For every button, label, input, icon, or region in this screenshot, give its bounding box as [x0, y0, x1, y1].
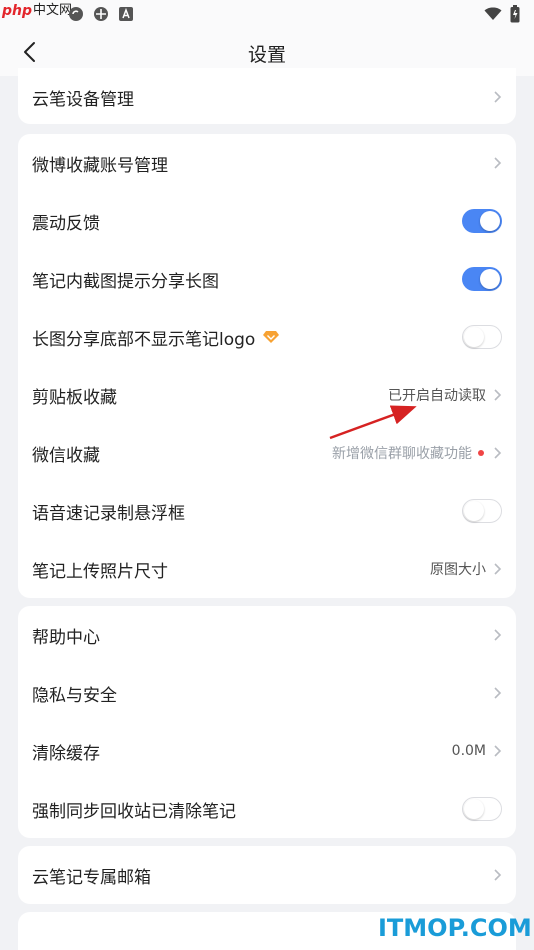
- watermark-site: 中文网: [33, 3, 73, 18]
- row-label: 强制同步回收站已清除笔记: [32, 801, 236, 822]
- row-hide-logo: 长图分享底部不显示笔记logo: [18, 308, 516, 366]
- toggle-knob: [464, 799, 484, 819]
- sync-status-icon: [69, 7, 83, 21]
- new-badge-dot: [478, 450, 484, 456]
- row-cloud-pen-device[interactable]: 云笔设备管理: [18, 68, 516, 124]
- chevron-right-icon: [494, 447, 502, 459]
- status-bar: php 中文网: [0, 0, 534, 28]
- chevron-right-icon: [494, 91, 502, 103]
- row-label: 震动反馈: [32, 213, 100, 234]
- row-value: 新增微信群聊收藏功能: [332, 446, 472, 462]
- row-label: 笔记内截图提示分享长图: [32, 271, 219, 292]
- row-label: 清除缓存: [32, 743, 100, 764]
- force-sync-toggle[interactable]: [462, 797, 502, 821]
- row-label: 云笔记专属邮箱: [32, 867, 151, 888]
- chevron-right-icon: [494, 687, 502, 699]
- watermark-bottom: ITMOP.COM: [378, 914, 532, 942]
- watermark-brand: php: [2, 3, 33, 19]
- page-title: 设置: [247, 44, 286, 66]
- row-force-sync-trash: 强制同步回收站已清除笔记: [18, 780, 516, 838]
- toggle-knob: [464, 501, 484, 521]
- chevron-right-icon: [494, 629, 502, 641]
- row-label: 微博收藏账号管理: [32, 155, 168, 176]
- settings-card-email: 云笔记专属邮箱: [18, 846, 516, 904]
- chevron-right-icon: [494, 563, 502, 575]
- row-vibration-feedback: 震动反馈: [18, 192, 516, 250]
- toggle-knob: [480, 269, 500, 289]
- vibration-toggle[interactable]: [462, 209, 502, 233]
- row-label: 语音速记录制悬浮框: [32, 503, 185, 524]
- vip-diamond-icon: [263, 330, 280, 344]
- toggle-knob: [464, 327, 484, 347]
- row-photo-size[interactable]: 笔记上传照片尺寸 原图大小: [18, 540, 516, 598]
- chevron-right-icon: [494, 745, 502, 757]
- a-status-icon: [119, 7, 133, 21]
- row-weibo-account[interactable]: 微博收藏账号管理: [18, 134, 516, 192]
- row-label: 云笔设备管理: [32, 89, 134, 110]
- row-wechat-collect[interactable]: 微信收藏 新增微信群聊收藏功能: [18, 424, 516, 482]
- row-voice-float: 语音速记录制悬浮框: [18, 482, 516, 540]
- watermark-logo: php 中文网: [2, 1, 72, 21]
- chevron-right-icon: [494, 389, 502, 401]
- wifi-icon: [484, 7, 502, 20]
- row-label: 笔记上传照片尺寸: [32, 561, 168, 582]
- row-exclusive-email[interactable]: 云笔记专属邮箱: [18, 846, 516, 904]
- row-value: 原图大小: [430, 562, 486, 578]
- row-label: 帮助中心: [32, 627, 100, 648]
- row-help-center[interactable]: 帮助中心: [18, 606, 516, 664]
- row-clear-cache[interactable]: 清除缓存 0.0M: [18, 722, 516, 780]
- battery-icon: [510, 5, 520, 23]
- row-value: 0.0M: [451, 743, 486, 759]
- row-label: 微信收藏: [32, 445, 100, 466]
- toggle-knob: [480, 211, 500, 231]
- hide-logo-toggle[interactable]: [462, 325, 502, 349]
- settings-card-main: 微博收藏账号管理 震动反馈 笔记内截图提示分享长图 长图分享底部不显示笔记log…: [18, 134, 516, 598]
- row-label: 隐私与安全: [32, 685, 117, 706]
- vpn-status-icon: [94, 7, 108, 21]
- row-privacy-security[interactable]: 隐私与安全: [18, 664, 516, 722]
- settings-card-device: 云笔设备管理: [18, 68, 516, 124]
- chevron-right-icon: [494, 869, 502, 881]
- chevron-right-icon: [494, 157, 502, 169]
- voice-float-toggle[interactable]: [462, 499, 502, 523]
- screenshot-share-toggle[interactable]: [462, 267, 502, 291]
- settings-card-support: 帮助中心 隐私与安全 清除缓存 0.0M 强制同步回收站已清除笔记: [18, 606, 516, 838]
- annotation-arrow-icon: [329, 405, 417, 440]
- row-clipboard-collect[interactable]: 剪贴板收藏 已开启自动读取: [18, 366, 516, 424]
- row-label: 长图分享底部不显示笔记logo: [32, 329, 256, 350]
- row-screenshot-share: 笔记内截图提示分享长图: [18, 250, 516, 308]
